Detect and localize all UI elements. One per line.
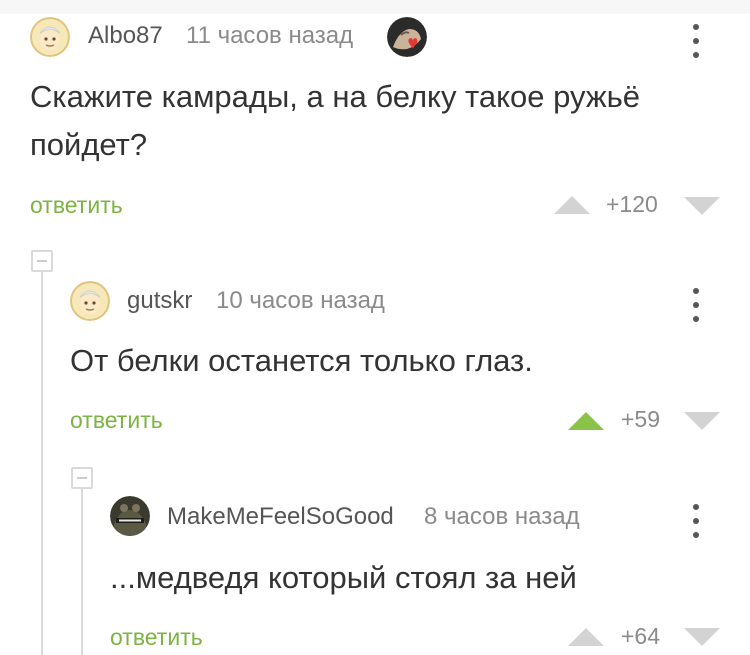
- user-avatar-icon: [30, 17, 70, 57]
- upvote-button[interactable]: [568, 628, 604, 646]
- upvote-button[interactable]: [554, 196, 590, 214]
- reply-button[interactable]: ответить: [70, 407, 163, 434]
- avatar[interactable]: [30, 17, 70, 57]
- dot-icon: [693, 52, 699, 58]
- badge-avatar[interactable]: [387, 17, 427, 57]
- comment-username[interactable]: Albo87: [88, 22, 163, 50]
- dot-icon: [693, 24, 699, 30]
- more-options-button[interactable]: [691, 504, 701, 538]
- comment-text: От белки останется только глаз.: [70, 343, 533, 378]
- comment-text: пойдет?: [30, 127, 148, 162]
- reply-button[interactable]: ответить: [110, 624, 203, 651]
- comment-text: Скажите камрады, а на белку такое ружьё: [30, 79, 641, 114]
- heart-badge-icon: [387, 17, 427, 57]
- comment-text: ...медведя который стоял за ней: [110, 560, 577, 595]
- comment-timestamp: 8 часов назад: [424, 503, 580, 530]
- comment-timestamp: 10 часов назад: [216, 287, 385, 314]
- dot-icon: [693, 38, 699, 44]
- avatar[interactable]: [70, 281, 110, 321]
- more-options-button[interactable]: [691, 288, 701, 322]
- dot-icon: [693, 532, 699, 538]
- comment-username[interactable]: gutskr: [127, 287, 192, 315]
- dot-icon: [693, 288, 699, 294]
- user-avatar-icon: [110, 496, 150, 536]
- dot-icon: [693, 518, 699, 524]
- comment-score: +120: [606, 191, 658, 217]
- collapse-thread-button[interactable]: [71, 467, 93, 489]
- minus-icon: [37, 260, 47, 262]
- dot-icon: [693, 504, 699, 510]
- upvote-button[interactable]: [568, 412, 604, 430]
- user-avatar-icon: [70, 281, 110, 321]
- downvote-button[interactable]: [684, 628, 720, 646]
- thread-line-level2: [81, 488, 83, 655]
- thread-line-level1: [41, 270, 43, 655]
- comment-score: +59: [621, 406, 661, 432]
- comment-score: +64: [621, 623, 661, 649]
- top-edge: [0, 0, 750, 14]
- collapse-thread-button[interactable]: [31, 250, 53, 272]
- dot-icon: [693, 316, 699, 322]
- avatar[interactable]: [110, 496, 150, 536]
- comment-username[interactable]: MakeMeFeelSoGood: [167, 503, 394, 531]
- comment-timestamp: 11 часов назад: [186, 22, 354, 49]
- reply-button[interactable]: ответить: [30, 192, 123, 219]
- dot-icon: [693, 302, 699, 308]
- downvote-button[interactable]: [684, 412, 720, 430]
- minus-icon: [77, 477, 87, 479]
- more-options-button[interactable]: [691, 24, 701, 58]
- downvote-button[interactable]: [684, 197, 720, 215]
